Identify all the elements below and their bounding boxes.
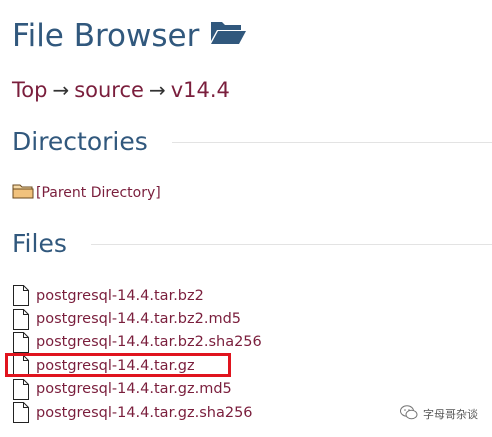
file-icon [13, 331, 29, 353]
breadcrumb-separator: → [52, 78, 70, 102]
file-icon [13, 285, 29, 307]
file-item[interactable]: postgresql-14.4.tar.bz2 [12, 284, 262, 307]
page-title: File Browser [12, 16, 247, 58]
directories-divider [171, 141, 492, 143]
file-item[interactable]: postgresql-14.4.tar.gz.sha256 [12, 401, 262, 424]
file-link[interactable]: postgresql-14.4.tar.gz.sha256 [36, 405, 253, 421]
breadcrumb-separator: → [148, 78, 166, 102]
file-link[interactable]: postgresql-14.4.tar.bz2.sha256 [36, 334, 262, 350]
watermark: 字母哥杂谈 [400, 405, 478, 423]
breadcrumb-current: v14.4 [170, 78, 230, 102]
folder-open-icon [209, 15, 247, 55]
page-title-text: File Browser [12, 18, 200, 54]
directories-heading-text: Directories [12, 127, 148, 156]
file-link[interactable]: postgresql-14.4.tar.gz.md5 [36, 381, 232, 397]
breadcrumb-top[interactable]: Top [12, 78, 47, 102]
breadcrumb-source[interactable]: source [74, 78, 144, 102]
breadcrumb: Top → source → v14.4 [12, 76, 230, 104]
parent-directory-link[interactable]: [Parent Directory] [36, 185, 161, 201]
folder-icon [12, 182, 34, 204]
file-icon [13, 308, 29, 330]
directories-heading: Directories [12, 127, 492, 157]
file-link[interactable]: postgresql-14.4.tar.bz2.md5 [36, 311, 241, 327]
watermark-text: 字母哥杂谈 [423, 408, 478, 421]
files-heading-text: Files [12, 229, 67, 258]
file-item[interactable]: postgresql-14.4.tar.gz.md5 [12, 378, 262, 401]
wechat-icon [400, 405, 418, 423]
file-item[interactable]: postgresql-14.4.tar.bz2.md5 [12, 307, 262, 330]
directory-item-parent[interactable]: [Parent Directory] [12, 182, 161, 204]
files-divider [90, 243, 492, 245]
file-link[interactable]: postgresql-14.4.tar.bz2 [36, 288, 204, 304]
file-icon [13, 402, 29, 424]
file-icon [13, 378, 29, 400]
file-item[interactable]: postgresql-14.4.tar.bz2.sha256 [12, 331, 262, 354]
files-heading: Files [12, 229, 492, 259]
highlight-box [5, 353, 231, 377]
